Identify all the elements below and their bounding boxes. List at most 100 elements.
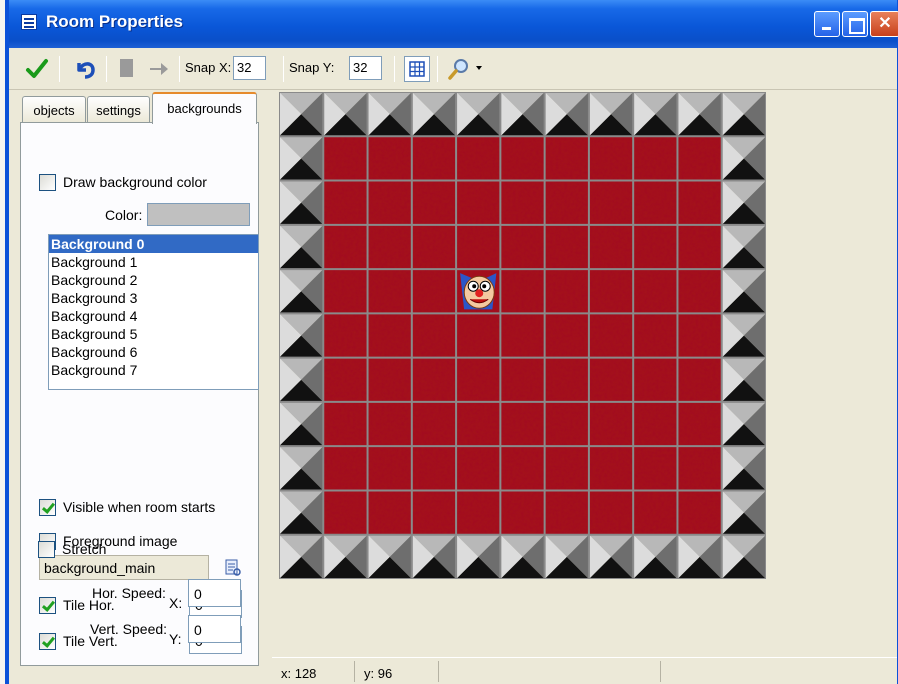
cursor-x-readout: x: 128	[281, 666, 317, 681]
wall-block	[721, 534, 766, 579]
floor-tile	[367, 224, 412, 270]
room-canvas-area[interactable]	[272, 92, 897, 655]
floor-tile	[544, 313, 589, 358]
ok-check-icon[interactable]	[25, 56, 49, 82]
floor-tile	[544, 269, 589, 314]
wall-block	[411, 534, 457, 579]
snap-x-input[interactable]: 32	[233, 56, 266, 80]
toolbar-separator	[394, 56, 395, 82]
floor-tile	[323, 180, 368, 225]
clown-sprite-icon[interactable]	[460, 273, 497, 310]
wall-block	[721, 357, 766, 402]
floor-tile	[677, 136, 722, 181]
status-divider	[354, 661, 355, 682]
tab-settings[interactable]: settings	[87, 96, 150, 122]
floor-tile	[456, 446, 501, 491]
snap-y-input[interactable]: 32	[349, 56, 382, 80]
floor-tile	[588, 357, 634, 402]
floor-tile	[633, 313, 678, 358]
status-bar: x: 128 y: 96	[272, 657, 897, 684]
grid-toggle-icon[interactable]	[404, 56, 430, 82]
floor-tile	[323, 357, 368, 402]
floor-tile	[588, 180, 634, 225]
floor-tile	[588, 224, 634, 270]
floor-tile	[367, 357, 412, 402]
floor-tile	[677, 224, 722, 270]
room-properties-window: Room Properties ✕ Snap X: 32 Snap Y: 32	[5, 0, 898, 684]
tab-backgrounds[interactable]: backgrounds	[152, 92, 257, 124]
wall-block	[721, 92, 766, 137]
floor-tile	[323, 224, 368, 270]
zoom-icon[interactable]	[447, 56, 471, 82]
backgrounds-tab-lower: Stretch Hor. Speed: 0 Vert. Speed: 0	[20, 122, 259, 666]
wall-block	[279, 490, 324, 535]
floor-tile	[588, 446, 634, 491]
floor-tile	[323, 490, 368, 535]
toolbar-separator	[106, 56, 107, 82]
wall-block	[633, 92, 678, 137]
vert-speed-label: Vert. Speed:	[90, 621, 168, 637]
floor-tile	[367, 401, 412, 447]
wall-block	[544, 534, 589, 579]
hor-speed-input[interactable]: 0	[188, 579, 241, 607]
floor-tile	[411, 446, 457, 491]
room-grid[interactable]	[279, 92, 766, 579]
wall-block	[677, 92, 722, 137]
close-button[interactable]: ✕	[870, 11, 898, 37]
floor-tile	[367, 180, 412, 225]
snap-x-label: Snap X:	[185, 60, 232, 75]
floor-tile	[633, 269, 678, 314]
stretch-label: Stretch	[62, 541, 107, 557]
floor-tile	[411, 136, 457, 181]
zoom-dropdown-arrow-icon[interactable]	[476, 66, 482, 70]
window-title: Room Properties	[46, 12, 183, 31]
arrow-right-icon[interactable]	[147, 56, 171, 82]
floor-tile	[544, 357, 589, 402]
toolbar: Snap X: 32 Snap Y: 32	[9, 48, 897, 90]
floor-tile	[411, 490, 457, 535]
tab-strip: objects settings backgrounds	[11, 92, 259, 124]
floor-tile	[500, 224, 545, 270]
floor-tile	[411, 269, 457, 314]
minimize-button[interactable]	[814, 11, 840, 37]
wall-block	[279, 357, 324, 402]
toolbar-separator	[283, 56, 284, 82]
wall-block	[721, 446, 766, 491]
floor-tile	[633, 357, 678, 402]
floor-tile	[456, 401, 501, 447]
undo-icon[interactable]	[73, 56, 97, 82]
wall-block	[367, 92, 412, 137]
wall-block	[279, 313, 324, 358]
floor-tile	[456, 180, 501, 225]
floor-tile	[677, 446, 722, 491]
tab-objects[interactable]: objects	[22, 96, 86, 122]
floor-tile	[633, 136, 678, 181]
floor-tile	[323, 401, 368, 447]
floor-tile	[411, 313, 457, 358]
floor-tile	[367, 136, 412, 181]
page-icon[interactable]	[117, 56, 137, 82]
floor-tile	[411, 401, 457, 447]
wall-block	[500, 534, 545, 579]
floor-tile	[500, 269, 545, 314]
wall-block	[588, 534, 634, 579]
floor-tile	[588, 136, 634, 181]
floor-tile	[633, 401, 678, 447]
wall-block	[588, 92, 634, 137]
maximize-button[interactable]	[842, 11, 868, 37]
floor-tile	[367, 490, 412, 535]
floor-tile	[500, 446, 545, 491]
wall-block	[721, 224, 766, 270]
floor-tile	[367, 446, 412, 491]
floor-tile	[323, 136, 368, 181]
wall-block	[721, 136, 766, 181]
floor-tile	[323, 313, 368, 358]
wall-block	[721, 269, 766, 314]
stretch-checkbox[interactable]	[38, 541, 55, 558]
floor-tile	[500, 313, 545, 358]
floor-tile	[544, 180, 589, 225]
wall-block	[279, 269, 324, 314]
floor-tile	[456, 224, 501, 270]
vert-speed-input[interactable]: 0	[188, 615, 241, 643]
title-bar[interactable]: Room Properties ✕	[9, 0, 898, 48]
